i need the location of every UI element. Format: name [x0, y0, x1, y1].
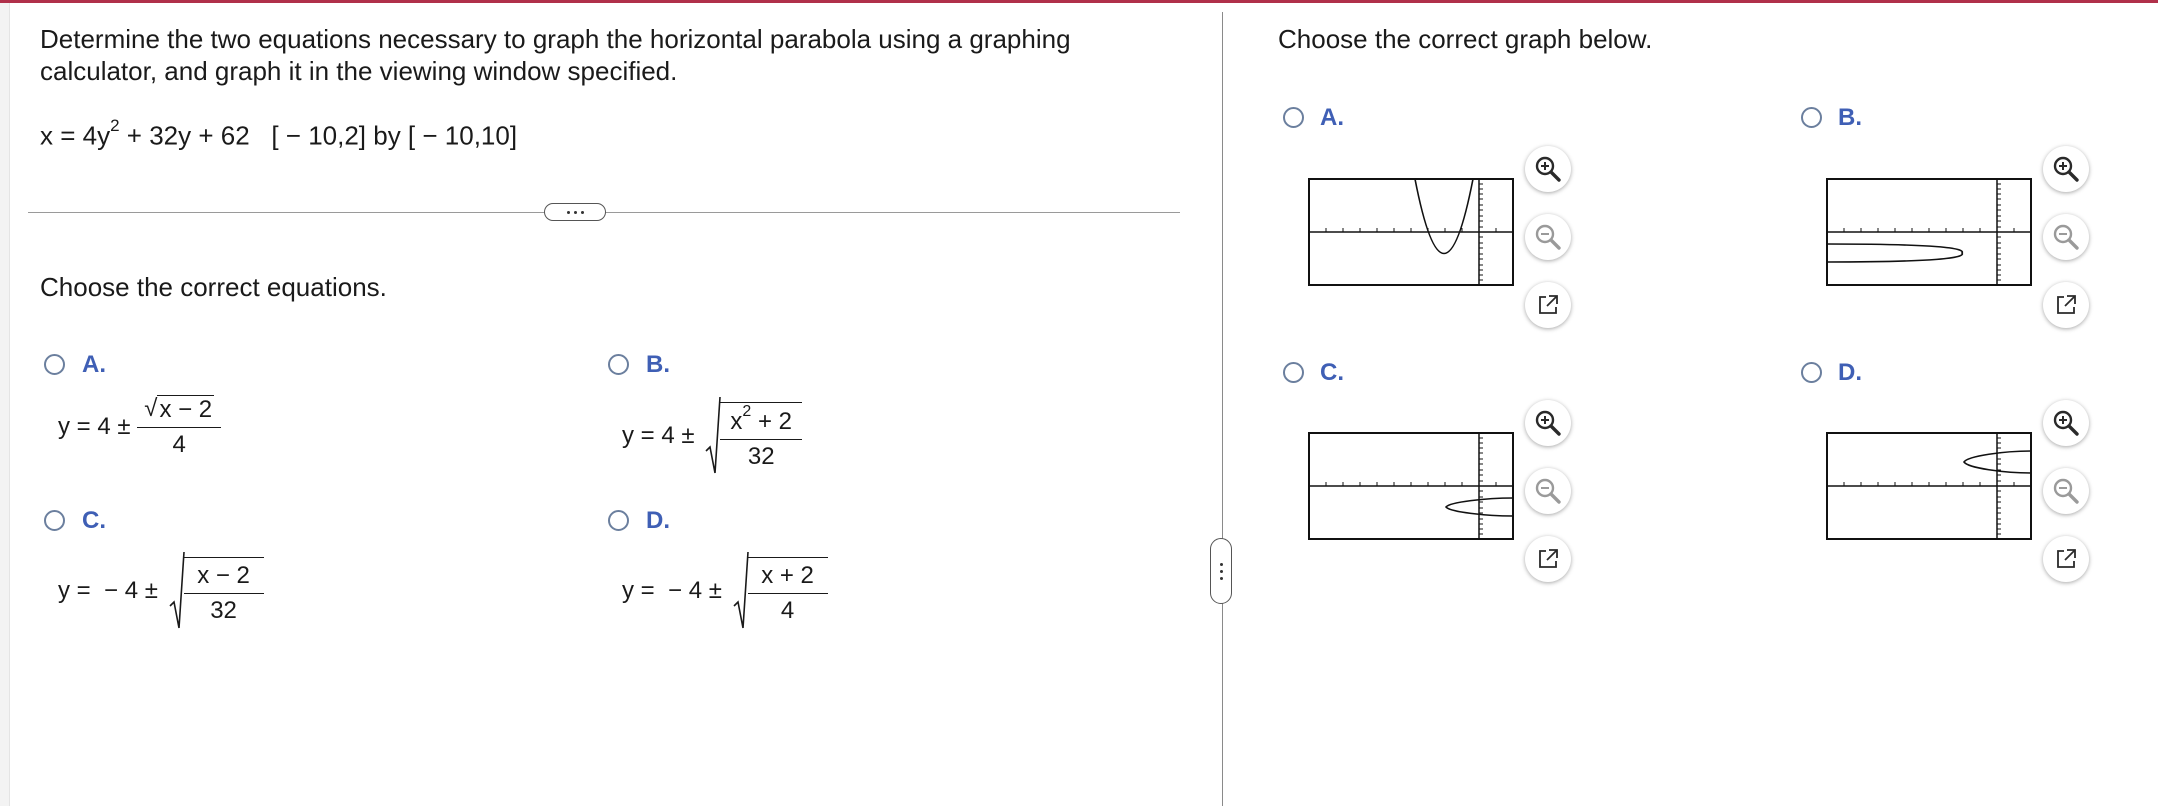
eq-d-denominator: 4: [747, 593, 828, 625]
radical-sign-icon: [705, 396, 722, 474]
zoom-out-button-a[interactable]: [1525, 214, 1571, 260]
radio-eq-b[interactable]: [608, 354, 629, 375]
sqrt-icon: √: [144, 395, 158, 422]
graph-option-a: [1308, 178, 1514, 286]
radical-sign-icon: [168, 551, 185, 629]
external-link-icon: [1539, 295, 1558, 314]
radio-graph-d[interactable]: [1801, 362, 1822, 383]
eq-c-prefix: y = − 4 ±: [58, 577, 158, 604]
equation-exponent: 2: [110, 116, 120, 135]
magnifier-plus-icon: [2053, 156, 2079, 182]
graph-option-b: [1826, 178, 2032, 286]
popout-button-a[interactable]: [1525, 282, 1571, 328]
eq-b-prefix: y = 4 ±: [622, 422, 695, 449]
magnifier-minus-icon: [2053, 224, 2079, 250]
external-link-icon: [2057, 549, 2076, 568]
radio-graph-c[interactable]: [1283, 362, 1304, 383]
radio-eq-d[interactable]: [608, 510, 629, 531]
magnifier-minus-icon: [1535, 224, 1561, 250]
eq-b-num-tail: + 2: [751, 407, 793, 435]
popout-button-c[interactable]: [1525, 536, 1571, 582]
equation-rhs: + 32y + 62 [ − 10,2] by [ − 10,10]: [119, 120, 518, 151]
option-graph-a-label: A.: [1320, 104, 1344, 131]
part1-prompt: Choose the correct equations.: [40, 272, 387, 302]
zoom-in-button-c[interactable]: [1525, 400, 1571, 446]
eq-a-prefix: y = 4 ±: [58, 413, 131, 440]
graph-option-d: [1826, 432, 2032, 540]
zoom-in-button-d[interactable]: [2043, 400, 2089, 446]
eq-b-num-x: x: [730, 407, 743, 435]
zoom-out-button-d[interactable]: [2043, 468, 2089, 514]
equation-option-a: y = 4 ± √ x − 2 4: [58, 395, 222, 459]
zoom-in-button-a[interactable]: [1525, 146, 1571, 192]
radical-sign-icon: [732, 551, 749, 629]
magnifier-plus-icon: [1535, 410, 1561, 436]
eq-c-denominator: 32: [183, 593, 264, 625]
radio-graph-b[interactable]: [1801, 107, 1822, 128]
popout-button-d[interactable]: [2043, 536, 2089, 582]
option-eq-d-label: D.: [646, 507, 670, 534]
eq-d-numerator: x + 2: [761, 562, 814, 589]
external-link-icon: [2057, 295, 2076, 314]
top-accent-bar: [0, 0, 2158, 3]
zoom-in-button-b[interactable]: [2043, 146, 2089, 192]
magnifier-minus-icon: [1535, 478, 1561, 504]
option-graph-b-label: B.: [1838, 104, 1862, 131]
magnifier-minus-icon: [2053, 478, 2079, 504]
graph-option-c: [1308, 432, 1514, 540]
part2-prompt: Choose the correct graph below.: [1278, 24, 1653, 54]
eq-c-numerator: x − 2: [197, 562, 250, 589]
zoom-out-button-b[interactable]: [2043, 214, 2089, 260]
expand-more-button[interactable]: [544, 203, 606, 221]
radio-eq-c[interactable]: [44, 510, 65, 531]
question-instruction: Determine the two equations necessary to…: [40, 24, 1071, 86]
radio-eq-a[interactable]: [44, 354, 65, 375]
option-eq-a-label: A.: [82, 351, 106, 378]
left-edge-panel: [0, 3, 10, 806]
option-eq-c-label: C.: [82, 507, 106, 534]
option-graph-d-label: D.: [1838, 359, 1862, 386]
pane-resize-handle[interactable]: [1210, 538, 1232, 604]
equation-option-b: y = 4 ± x2 + 2 32: [622, 395, 803, 477]
zoom-out-button-c[interactable]: [1525, 468, 1571, 514]
pane-divider: [1222, 12, 1223, 806]
option-eq-b-label: B.: [646, 351, 670, 378]
eq-a-numerator: x − 2: [157, 395, 215, 423]
eq-b-denominator: 32: [720, 438, 803, 471]
question-equation: x = 4y2 + 32y + 62 [ − 10,2] by [ − 10,1…: [40, 116, 518, 152]
equation-option-c: y = − 4 ± x − 2 32: [58, 550, 264, 632]
magnifier-plus-icon: [1535, 156, 1561, 182]
popout-button-b[interactable]: [2043, 282, 2089, 328]
eq-a-denominator: 4: [137, 427, 222, 459]
magnifier-plus-icon: [2053, 410, 2079, 436]
equation-option-d: y = − 4 ± x + 2 4: [622, 550, 828, 632]
external-link-icon: [1539, 549, 1558, 568]
radio-graph-a[interactable]: [1283, 107, 1304, 128]
eq-d-prefix: y = − 4 ±: [622, 577, 722, 604]
eq-b-num-exp: 2: [742, 402, 752, 420]
option-graph-c-label: C.: [1320, 359, 1344, 386]
equation-lhs: x = 4y: [40, 120, 111, 151]
